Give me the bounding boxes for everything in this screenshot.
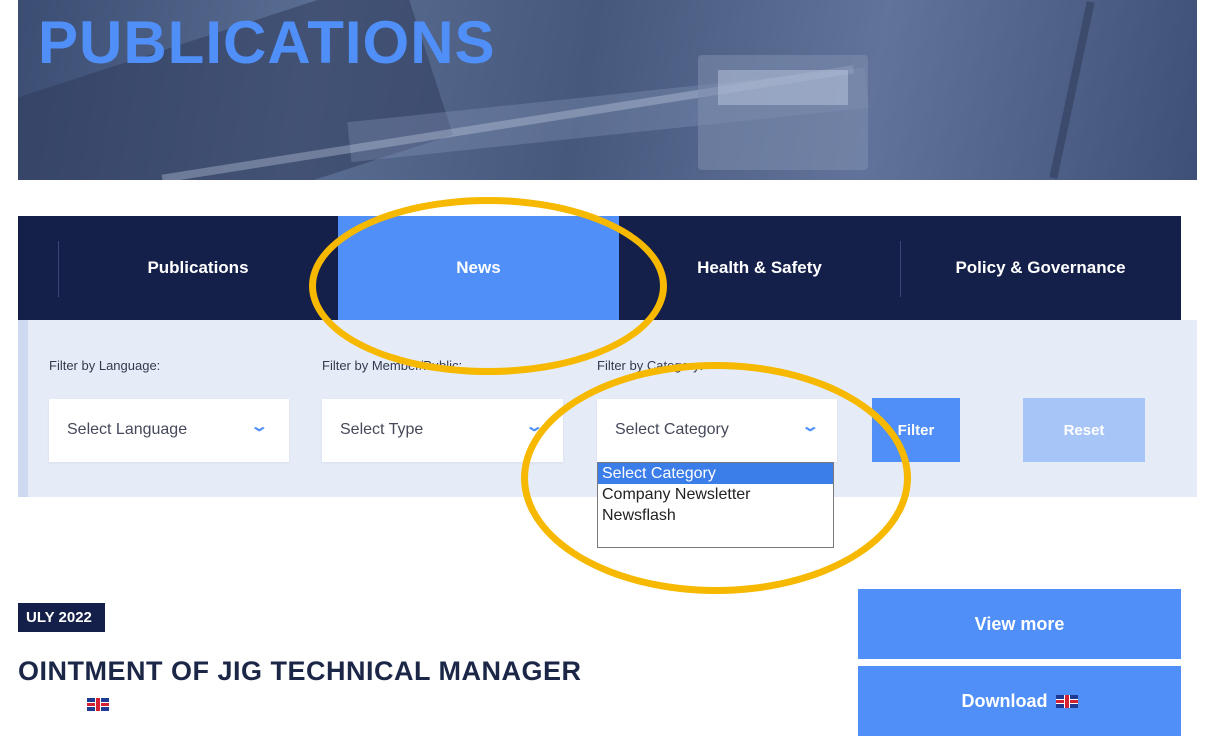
page-title: PUBLICATIONS [38,9,496,76]
language-select-value: Select Language [67,421,188,438]
hero-image-pole [1049,1,1095,179]
download-label: Download [961,690,1048,711]
download-button[interactable]: Download [858,666,1181,736]
tab-publications[interactable]: Publications [58,216,338,320]
annotation-circle-category [521,362,911,594]
tab-spacer [18,216,58,320]
chevron-down-icon: ⌄ [249,418,269,435]
annotation-circle-news [309,197,667,375]
language-filter-label: Filter by Language: [49,358,161,373]
uk-flag-icon [1055,694,1078,708]
hero-image-truck-window [718,70,848,105]
type-select-value: Select Type [340,421,424,438]
view-more-button[interactable]: View more [858,589,1181,659]
filter-panel-edge [18,320,28,497]
tab-policy-governance[interactable]: Policy & Governance [900,216,1181,320]
hero-banner: PUBLICATIONS [18,0,1197,180]
article-date-badge: ULY 2022 [18,603,105,632]
reset-button[interactable]: Reset [1023,398,1145,462]
uk-flag-icon [87,698,109,711]
language-select[interactable]: Select Language ⌄ [49,399,289,462]
article-title[interactable]: OINTMENT OF JIG TECHNICAL MANAGER [18,656,582,687]
view-more-label: View more [974,613,1065,634]
